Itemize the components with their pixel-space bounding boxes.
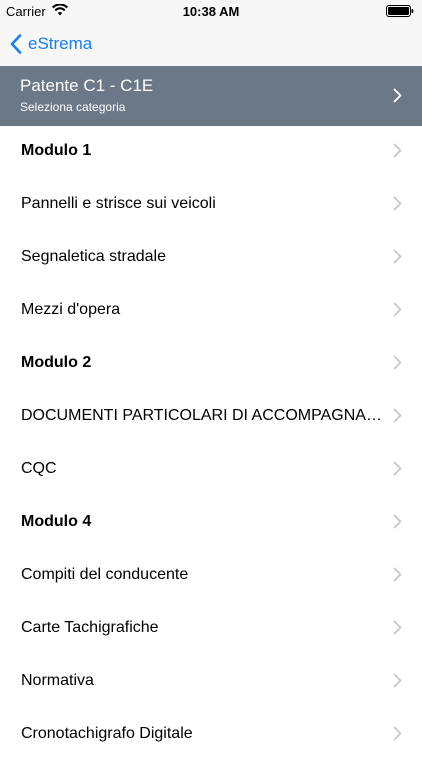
chevron-right-icon <box>393 355 402 370</box>
category-selector[interactable]: Patente C1 - C1E Seleziona categoria <box>0 66 422 126</box>
list-section-item[interactable]: Modulo 1 <box>0 126 422 179</box>
chevron-right-icon <box>393 673 402 688</box>
list-item[interactable]: Cronotachigrafo Digitale <box>0 709 422 762</box>
list-item[interactable]: Carte Tachigrafiche <box>0 603 422 656</box>
status-time: 10:38 AM <box>182 4 240 19</box>
list-item[interactable]: Normativa <box>0 656 422 709</box>
chevron-right-icon <box>393 88 402 103</box>
list-item-label: CQC <box>21 460 57 477</box>
chevron-right-icon <box>393 567 402 582</box>
list-item[interactable]: CQC <box>0 444 422 497</box>
list-item-label: Modulo 2 <box>21 354 92 371</box>
list-item-label: Carte Tachigrafiche <box>21 619 159 636</box>
back-button[interactable]: eStrema <box>10 22 92 66</box>
chevron-right-icon <box>393 249 402 264</box>
navigation-bar: eStrema <box>0 22 422 66</box>
chevron-right-icon <box>393 302 402 317</box>
battery-icon <box>386 5 414 17</box>
list-item[interactable]: DOCUMENTI PARTICOLARI DI ACCOMPAGNAMENTO <box>0 391 422 444</box>
chevron-right-icon <box>393 620 402 635</box>
list-item-label: DOCUMENTI PARTICOLARI DI ACCOMPAGNAMENTO <box>21 407 382 424</box>
status-bar: Carrier 10:38 AM <box>0 0 422 22</box>
list-item-label: Modulo 4 <box>21 513 92 530</box>
list-item-label: Normativa <box>21 672 94 689</box>
chevron-right-icon <box>393 461 402 476</box>
list-item-label: Pannelli e strisce sui veicoli <box>21 195 216 212</box>
list-item[interactable]: Segnaletica stradale <box>0 232 422 285</box>
list-section-item[interactable]: Modulo 2 <box>0 338 422 391</box>
chevron-right-icon <box>393 196 402 211</box>
list-item-label: Compiti del conducente <box>21 566 189 583</box>
chevron-right-icon <box>393 408 402 423</box>
module-list: Modulo 1 Pannelli e strisce sui veicoli Se… <box>0 126 422 762</box>
back-label: eStrema <box>28 34 93 53</box>
list-section-item[interactable]: Modulo 4 <box>0 497 422 550</box>
chevron-right-icon <box>393 726 402 741</box>
list-item-label: Cronotachigrafo Digitale <box>21 725 193 742</box>
list-item-label: Mezzi d'opera <box>21 301 121 318</box>
list-item[interactable]: Mezzi d'opera <box>0 285 422 338</box>
category-title: Patente C1 - C1E <box>20 76 154 95</box>
chevron-right-icon <box>393 143 402 158</box>
chevron-right-icon <box>393 514 402 529</box>
list-item-label: Modulo 1 <box>21 142 92 159</box>
category-subtitle: Seleziona categoria <box>20 100 126 114</box>
list-item[interactable]: Compiti del conducente <box>0 550 422 603</box>
chevron-left-icon <box>10 34 22 54</box>
list-item-label: Segnaletica stradale <box>21 248 166 265</box>
list-item[interactable]: Pannelli e strisce sui veicoli <box>0 179 422 232</box>
